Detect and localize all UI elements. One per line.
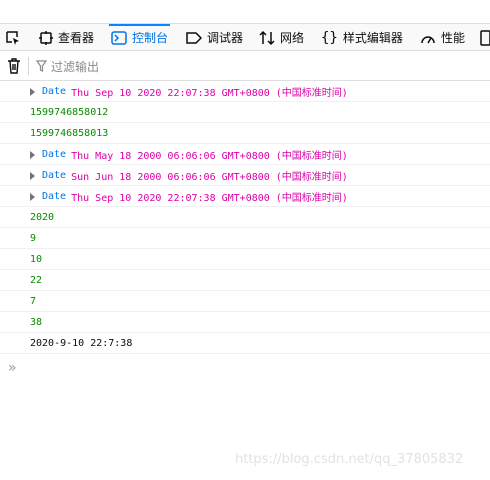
expand-triangle-icon[interactable] (30, 88, 35, 96)
console-message-date[interactable]: Date Thu Sep 10 2020 22:07:38 GMT+0800 (… (0, 186, 490, 207)
toolbar-divider (28, 57, 29, 75)
number-value: 1599746858012 (30, 106, 109, 118)
debugger-icon (186, 31, 202, 44)
console-message-number: 9 (0, 228, 490, 249)
number-value: 9 (30, 232, 37, 244)
console-message-number: 38 (0, 312, 490, 333)
clear-console-button[interactable] (7, 58, 21, 78)
console-message-number: 22 (0, 270, 490, 291)
filter-icon (36, 60, 47, 72)
console-message-date[interactable]: Date Thu May 18 2000 06:06:06 GMT+0800 (… (0, 144, 490, 165)
tab-inspector[interactable]: 查看器 (39, 24, 94, 51)
number-value: 1599746858013 (30, 127, 109, 139)
date-value: Sun Jun 18 2000 06:06:06 GMT+0800 (中国标准时… (71, 171, 348, 183)
console-message-number: 2020 (0, 207, 490, 228)
tab-performance-label: 性能 (441, 31, 466, 45)
tab-performance[interactable]: 性能 (420, 24, 465, 51)
more-tools-button[interactable] (478, 24, 490, 51)
tab-style-editor-label: 样式编辑器 (342, 31, 403, 45)
tab-debugger-label: 调试器 (207, 31, 244, 45)
network-icon (259, 30, 275, 45)
tab-network[interactable]: 网络 (259, 24, 304, 51)
console-message-string: 2020-9-10 22:7:38 (0, 333, 490, 354)
overflow-icon (480, 29, 490, 46)
console-message-date[interactable]: Date Thu Sep 10 2020 22:07:38 GMT+0800 (… (0, 81, 490, 102)
expand-triangle-icon[interactable] (30, 151, 35, 159)
watermark: https://blog.csdn.net/qq_37805832 (235, 452, 464, 467)
string-value: 2020-9-10 22:7:38 (30, 337, 133, 349)
number-value: 38 (30, 316, 43, 328)
object-type: Date (42, 190, 67, 202)
console-message-number: 7 (0, 291, 490, 312)
inspector-icon (39, 30, 53, 45)
console-filter-bar: 过滤输出 (0, 51, 490, 81)
filter-output-input[interactable]: 过滤输出 (36, 56, 236, 76)
console-icon (111, 30, 127, 45)
filter-placeholder: 过滤输出 (51, 59, 100, 74)
tab-console[interactable]: 控制台 (108, 24, 171, 51)
object-type: Date (42, 85, 67, 97)
expand-triangle-icon[interactable] (30, 193, 35, 201)
tab-network-label: 网络 (280, 31, 305, 45)
tab-inspector-label: 查看器 (58, 31, 95, 45)
console-message-date[interactable]: Date Sun Jun 18 2000 06:06:06 GMT+0800 (… (0, 165, 490, 186)
number-value: 10 (30, 253, 43, 265)
console-message-number: 10 (0, 249, 490, 270)
performance-icon (421, 35, 435, 43)
object-type: Date (42, 169, 67, 181)
trash-icon (8, 58, 20, 74)
console-output: Date Thu Sep 10 2020 22:07:38 GMT+0800 (… (0, 81, 490, 354)
date-value: Thu May 18 2000 06:06:06 GMT+0800 (中国标准时… (71, 150, 348, 162)
element-picker-icon (6, 30, 19, 45)
object-type: Date (42, 148, 67, 160)
console-message-number: 1599746858012 (0, 102, 490, 123)
prompt-chevron-icon: » (8, 360, 17, 376)
style-editor-icon: {} (321, 29, 338, 46)
console-input-prompt[interactable]: » (8, 360, 17, 376)
tab-debugger[interactable]: 调试器 (186, 24, 243, 51)
console-message-number: 1599746858013 (0, 123, 490, 144)
number-value: 2020 (30, 211, 55, 223)
number-value: 7 (30, 295, 37, 307)
element-picker-button[interactable] (5, 24, 21, 51)
expand-triangle-icon[interactable] (30, 172, 35, 180)
number-value: 22 (30, 274, 43, 286)
tab-style-editor[interactable]: {} 样式编辑器 (321, 24, 403, 51)
devtools-toolbar: 查看器 控制台 调试器 网络 {} 样式编辑器 性能 (0, 23, 490, 51)
date-value: Thu Sep 10 2020 22:07:38 GMT+0800 (中国标准时… (71, 87, 348, 99)
tab-console-label: 控制台 (132, 31, 169, 45)
date-value: Thu Sep 10 2020 22:07:38 GMT+0800 (中国标准时… (71, 192, 348, 204)
